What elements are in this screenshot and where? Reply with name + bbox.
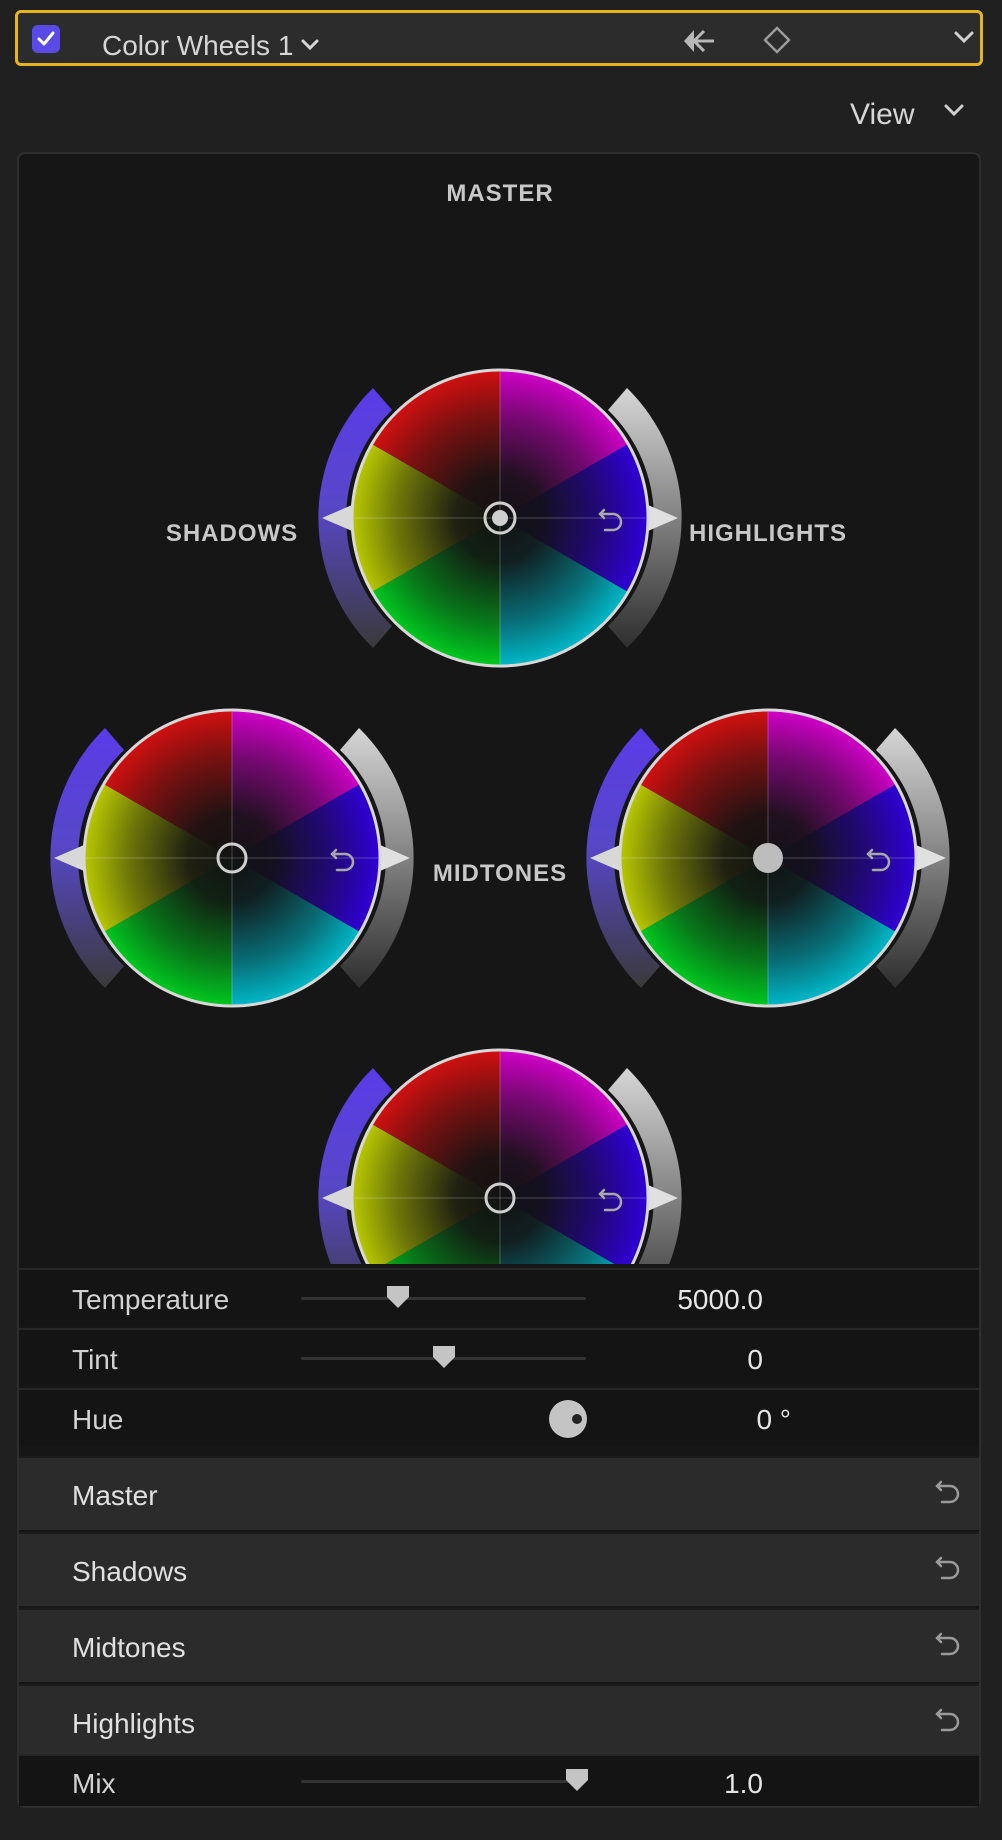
highlights-puck[interactable] xyxy=(753,843,783,873)
temperature-value[interactable]: 5000.0 xyxy=(619,1284,763,1316)
mix-slider-thumb[interactable] xyxy=(564,1767,590,1798)
mix-slider-track[interactable] xyxy=(301,1780,586,1783)
keyframe-diamond-icon[interactable] xyxy=(762,25,792,60)
group-label: Highlights xyxy=(72,1708,195,1739)
tint-row: Tint 0 xyxy=(19,1328,979,1386)
mix-value[interactable]: 1.0 xyxy=(619,1768,763,1800)
group-label: Master xyxy=(72,1480,158,1511)
wheel-label-shadows: SHADOWS xyxy=(165,520,299,547)
checkmark-icon xyxy=(37,31,55,46)
reset-icon[interactable] xyxy=(596,508,626,543)
tint-label: Tint xyxy=(72,1344,118,1375)
group-highlights[interactable]: Highlights xyxy=(19,1684,979,1758)
chevron-down-icon[interactable] xyxy=(954,31,974,50)
tint-slider-thumb[interactable] xyxy=(431,1344,457,1375)
hue-row: Hue 0 ° xyxy=(19,1388,979,1446)
master-color-wheel[interactable] xyxy=(316,368,684,668)
keyframe-navigate-icon[interactable] xyxy=(682,27,716,60)
effect-header: Color Wheels 1 xyxy=(15,10,983,66)
reset-icon[interactable] xyxy=(933,1632,963,1667)
wheels-area: MASTER SHADOWS HIGHLIGHTS MIDTONES xyxy=(19,154,979,1264)
shadows-color-wheel[interactable] xyxy=(48,708,416,1008)
wheels-svg xyxy=(48,368,952,1264)
group-label: Shadows xyxy=(72,1556,188,1587)
chevron-down-icon[interactable] xyxy=(944,104,964,123)
reset-icon[interactable] xyxy=(328,848,358,883)
temperature-label: Temperature xyxy=(72,1284,230,1315)
hue-value[interactable]: 0 ° xyxy=(619,1404,791,1436)
group-label: Midtones xyxy=(72,1632,186,1663)
view-menu-button[interactable]: View xyxy=(850,98,914,132)
effect-name-menu[interactable]: Color Wheels 1 xyxy=(102,26,319,62)
midtones-color-wheel[interactable] xyxy=(316,1048,684,1264)
reset-icon[interactable] xyxy=(596,1188,626,1223)
effect-enable-checkbox[interactable] xyxy=(32,25,60,53)
wheel-label-midtones: MIDTONES xyxy=(432,860,568,887)
mix-row: Mix 1.0 xyxy=(19,1754,979,1806)
temperature-row: Temperature 5000.0 xyxy=(19,1268,979,1326)
group-midtones[interactable]: Midtones xyxy=(19,1608,979,1682)
reset-icon[interactable] xyxy=(933,1480,963,1515)
temperature-slider-thumb[interactable] xyxy=(385,1284,411,1315)
highlights-color-wheel[interactable] xyxy=(584,708,952,1008)
chevron-down-icon xyxy=(301,26,319,58)
mix-label: Mix xyxy=(72,1768,116,1799)
group-shadows[interactable]: Shadows xyxy=(19,1532,979,1606)
hue-label: Hue xyxy=(72,1404,124,1435)
wheel-label-master: MASTER xyxy=(446,180,554,207)
reset-icon[interactable] xyxy=(933,1708,963,1743)
wheel-label-highlights: HIGHLIGHTS xyxy=(689,520,847,547)
effect-name-label: Color Wheels 1 xyxy=(102,30,294,61)
temperature-slider-track[interactable] xyxy=(301,1297,586,1300)
hue-dial-icon[interactable] xyxy=(548,1399,588,1444)
tint-value[interactable]: 0 xyxy=(619,1344,763,1376)
reset-icon[interactable] xyxy=(864,848,894,883)
group-master[interactable]: Master xyxy=(19,1456,979,1530)
reset-icon[interactable] xyxy=(933,1556,963,1591)
